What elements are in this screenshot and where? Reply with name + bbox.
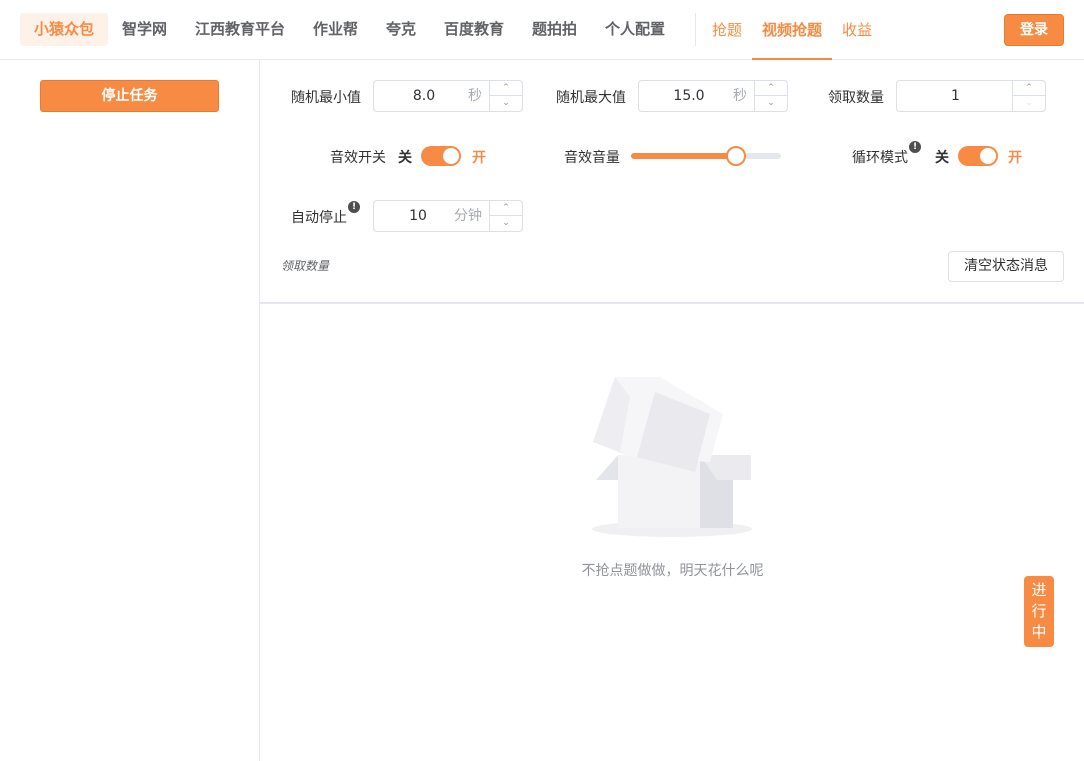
slider-thumb[interactable] <box>726 146 746 166</box>
running-status-button[interactable]: 进 行 中 <box>1024 576 1054 647</box>
platform-tab-baidu[interactable]: 百度教育 <box>430 13 518 46</box>
decrement-icon[interactable]: ⌄ <box>490 216 522 231</box>
platform-tab-tipaipai[interactable]: 题拍拍 <box>518 13 591 46</box>
loop-mode-off-text: 关 <box>935 150 949 166</box>
slider-fill <box>631 153 736 159</box>
nav-divider <box>695 13 696 46</box>
random-max-arrows: ⌃ ⌄ <box>754 81 787 111</box>
random-max-value[interactable]: 15.0 <box>639 81 739 111</box>
random-min-value[interactable]: 8.0 <box>374 81 474 111</box>
login-button[interactable]: 登录 <box>1004 14 1064 46</box>
claim-count-arrows: ⌃ ⌄ <box>1012 81 1045 111</box>
empty-state-text: 不抢点题做做，明天花什么呢 <box>581 563 764 579</box>
platform-tab-personal-config[interactable]: 个人配置 <box>591 13 679 46</box>
random-max-label: 随机最大值 <box>556 90 626 106</box>
hint-text: 领取数量 <box>281 259 330 273</box>
loop-mode-on-text: 开 <box>1008 150 1022 166</box>
increment-icon[interactable]: ⌃ <box>490 81 522 96</box>
running-char: 中 <box>1031 623 1047 641</box>
app-window: 小猿众包 智学网 江西教育平台 作业帮 夸克 百度教育 题拍拍 个人配置 抢题 … <box>0 0 1084 761</box>
info-icon[interactable]: ! <box>348 201 360 213</box>
random-max-unit: 秒 <box>733 88 747 104</box>
top-nav: 小猿众包 智学网 江西教育平台 作业帮 夸克 百度教育 题拍拍 个人配置 抢题 … <box>0 0 1084 60</box>
platform-tab-xiaoyuan[interactable]: 小猿众包 <box>20 13 109 46</box>
volume-slider[interactable] <box>631 146 781 166</box>
empty-box-icon <box>592 377 752 537</box>
auto-stop-value[interactable]: 10 <box>374 201 462 231</box>
sound-volume-label: 音效音量 <box>564 150 620 166</box>
sound-toggle[interactable] <box>421 146 461 166</box>
mode-tab-income[interactable]: 收益 <box>842 0 872 60</box>
platform-tab-zuoyebang[interactable]: 作业帮 <box>299 13 372 46</box>
auto-stop-stepper[interactable]: 10 分钟 ⌃ ⌄ <box>373 200 523 232</box>
stop-task-button[interactable]: 停止任务 <box>40 80 219 112</box>
sound-switch-label: 音效开关 <box>330 150 386 166</box>
random-min-unit: 秒 <box>468 88 482 104</box>
mode-tab-grab[interactable]: 抢题 <box>712 0 742 60</box>
running-char: 进 <box>1031 581 1047 599</box>
section-divider <box>260 302 1084 304</box>
sound-switch-on-text: 开 <box>472 150 486 166</box>
toggle-knob <box>443 148 459 164</box>
mode-tab-video-grab[interactable]: 视频抢题 <box>752 0 832 60</box>
decrement-icon[interactable]: ⌄ <box>1013 96 1045 111</box>
loop-mode-label: 循环模式 <box>852 150 908 166</box>
random-min-label: 随机最小值 <box>291 90 361 106</box>
sidebar: 停止任务 <box>0 60 260 761</box>
platform-tab-zhixue[interactable]: 智学网 <box>108 13 181 46</box>
claim-count-value[interactable]: 1 <box>897 81 1014 111</box>
increment-icon[interactable]: ⌃ <box>490 201 522 216</box>
auto-stop-label: 自动停止 <box>291 210 347 226</box>
claim-count-label: 领取数量 <box>828 90 884 106</box>
increment-icon[interactable]: ⌃ <box>1013 81 1045 96</box>
decrement-icon[interactable]: ⌄ <box>490 96 522 111</box>
platform-tab-kuake[interactable]: 夸克 <box>372 13 430 46</box>
decrement-icon[interactable]: ⌄ <box>755 96 787 111</box>
info-icon[interactable]: ! <box>909 141 921 153</box>
running-char: 行 <box>1031 602 1047 620</box>
platform-tab-jiangxi[interactable]: 江西教育平台 <box>181 13 299 46</box>
sound-switch-off-text: 关 <box>398 150 412 166</box>
auto-stop-arrows: ⌃ ⌄ <box>489 201 522 231</box>
toggle-knob <box>980 148 996 164</box>
increment-icon[interactable]: ⌃ <box>755 81 787 96</box>
random-min-arrows: ⌃ ⌄ <box>489 81 522 111</box>
loop-mode-toggle[interactable] <box>958 146 998 166</box>
auto-stop-unit: 分钟 <box>454 208 482 224</box>
claim-count-stepper[interactable]: 1 ⌃ ⌄ <box>896 80 1046 112</box>
random-max-stepper[interactable]: 15.0 秒 ⌃ ⌄ <box>638 80 788 112</box>
clear-status-button[interactable]: 清空状态消息 <box>948 251 1064 282</box>
random-min-stepper[interactable]: 8.0 秒 ⌃ ⌄ <box>373 80 523 112</box>
